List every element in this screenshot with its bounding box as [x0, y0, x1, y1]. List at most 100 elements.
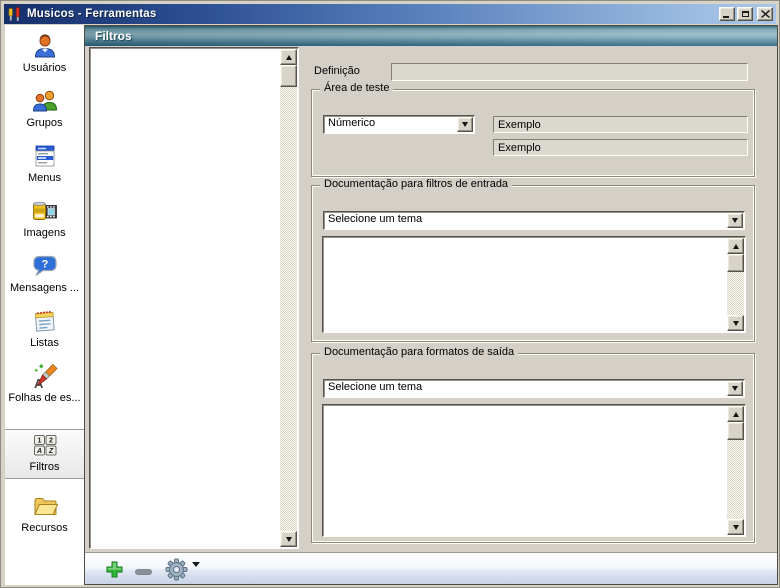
scroll-up-button[interactable]	[727, 238, 744, 254]
sidebar-item-imagens[interactable]: Imagens	[5, 196, 84, 246]
scroll-up-button[interactable]	[727, 406, 744, 422]
definition-label: Definição	[314, 65, 360, 77]
type-combobox[interactable]: Númerico	[323, 115, 475, 134]
scrollbar-thumb[interactable]	[727, 422, 744, 440]
sidebar-item-label: Mensagens ...	[5, 282, 84, 294]
input-topic-combobox[interactable]: Selecione um tema	[323, 211, 745, 230]
window-controls	[719, 7, 773, 21]
group-title: Documentação para filtros de entrada	[320, 178, 512, 190]
sidebar: Usuários Grupos	[5, 25, 84, 585]
scrollbar-thumb[interactable]	[280, 65, 297, 87]
content-header: Filtros	[85, 26, 777, 46]
app-icon	[7, 6, 23, 22]
sidebar-item-usuarios[interactable]: Usuários	[5, 31, 84, 81]
folder-icon	[5, 491, 84, 521]
close-button[interactable]	[757, 7, 773, 21]
app-window: Musicos - Ferramentas	[0, 0, 780, 588]
dropdown-button[interactable]	[457, 117, 473, 132]
maximize-icon	[742, 11, 749, 17]
sidebar-item-mensagens[interactable]: ? Mensagens ...	[5, 251, 84, 301]
svg-text:A: A	[35, 448, 41, 455]
bottom-toolbar	[85, 552, 777, 584]
example-value-1: Exemplo	[498, 119, 541, 131]
combobox-value: Selecione um tema	[328, 213, 422, 225]
arrow-up-icon	[286, 55, 292, 60]
titlebar[interactable]: Musicos - Ferramentas	[4, 4, 776, 24]
add-button[interactable]	[105, 560, 124, 582]
sidebar-item-label: Listas	[5, 337, 84, 349]
example-field-2[interactable]: Exemplo	[493, 139, 748, 156]
minimize-button[interactable]	[719, 7, 735, 21]
arrow-down-icon	[733, 525, 739, 530]
output-docs-textarea[interactable]	[322, 404, 746, 537]
chevron-down-icon	[192, 562, 200, 579]
menu-widget-icon	[5, 141, 84, 171]
sidebar-item-label: Imagens	[5, 227, 84, 239]
scroll-down-button[interactable]	[727, 519, 744, 535]
dropdown-button[interactable]	[727, 213, 743, 228]
arrow-down-icon	[286, 537, 292, 542]
svg-text:?: ?	[41, 259, 48, 271]
arrow-up-icon	[733, 412, 739, 417]
users-group-icon	[5, 86, 84, 116]
sidebar-item-label: Recursos	[5, 522, 84, 534]
gear-icon	[165, 558, 188, 581]
scroll-up-button[interactable]	[280, 49, 297, 65]
paintbrush-icon: A	[5, 361, 84, 391]
dropdown-button[interactable]	[727, 381, 743, 396]
question-bubble-icon: ?	[5, 251, 84, 281]
sidebar-item-label: Usuários	[5, 62, 84, 74]
sidebar-item-recursos[interactable]: Recursos	[5, 491, 84, 541]
settings-button[interactable]	[165, 558, 188, 584]
example-field-1[interactable]: Exemplo	[493, 116, 748, 133]
user-icon	[5, 31, 84, 61]
minus-icon	[135, 569, 152, 575]
test-area-group: Área de teste Númerico Exemplo Exemplo	[311, 89, 755, 177]
page-title: Filtros	[95, 29, 132, 43]
svg-text:Z: Z	[47, 448, 53, 455]
settings-dropdown-arrow[interactable]	[192, 567, 200, 579]
example-value-2: Exemplo	[498, 142, 541, 154]
arrow-up-icon	[733, 244, 739, 249]
window-title: Musicos - Ferramentas	[27, 8, 156, 20]
minimize-icon	[723, 16, 729, 18]
sidebar-item-filtros[interactable]: 1 2 A Z Filtros	[5, 429, 84, 479]
input-docs-group: Documentação para filtros de entrada Sel…	[311, 185, 755, 342]
sidebar-item-label: Folhas de es...	[5, 392, 84, 404]
scroll-down-button[interactable]	[727, 315, 744, 331]
film-roll-icon	[5, 196, 84, 226]
definition-field[interactable]	[391, 63, 748, 81]
maximize-button[interactable]	[737, 7, 753, 21]
sidebar-item-label: Menus	[5, 172, 84, 184]
textarea-scrollbar	[727, 406, 744, 535]
output-topic-combobox[interactable]: Selecione um tema	[323, 379, 745, 398]
chevron-down-icon	[732, 218, 738, 223]
sidebar-item-grupos[interactable]: Grupos	[5, 86, 84, 136]
sidebar-item-folhas[interactable]: A Folhas de es...	[5, 361, 84, 411]
remove-button[interactable]	[135, 566, 152, 578]
sidebar-item-label: Grupos	[5, 117, 84, 129]
svg-text:1: 1	[37, 438, 41, 445]
filters-listbox[interactable]	[89, 47, 299, 549]
output-docs-group: Documentação para formatos de saída Sele…	[311, 353, 755, 543]
arrow-down-icon	[733, 321, 739, 326]
group-title: Área de teste	[320, 82, 393, 94]
listbox-scrollbar	[280, 49, 297, 547]
input-docs-textarea[interactable]	[322, 236, 746, 333]
scrollbar-thumb[interactable]	[727, 254, 744, 272]
svg-text:2: 2	[49, 438, 53, 445]
group-title: Documentação para formatos de saída	[320, 346, 518, 358]
keys-filter-icon: 1 2 A Z	[5, 430, 84, 460]
sidebar-item-listas[interactable]: Listas	[5, 306, 84, 356]
close-icon	[761, 10, 770, 18]
chevron-down-icon	[732, 386, 738, 391]
notepad-icon	[5, 306, 84, 336]
plus-icon	[105, 560, 124, 579]
sidebar-item-label: Filtros	[5, 461, 84, 473]
scroll-down-button[interactable]	[280, 531, 297, 547]
chevron-down-icon	[462, 122, 468, 127]
textarea-scrollbar	[727, 238, 744, 331]
combobox-value: Númerico	[328, 117, 375, 129]
scrollbar-track[interactable]	[280, 49, 297, 547]
sidebar-item-menus[interactable]: Menus	[5, 141, 84, 191]
